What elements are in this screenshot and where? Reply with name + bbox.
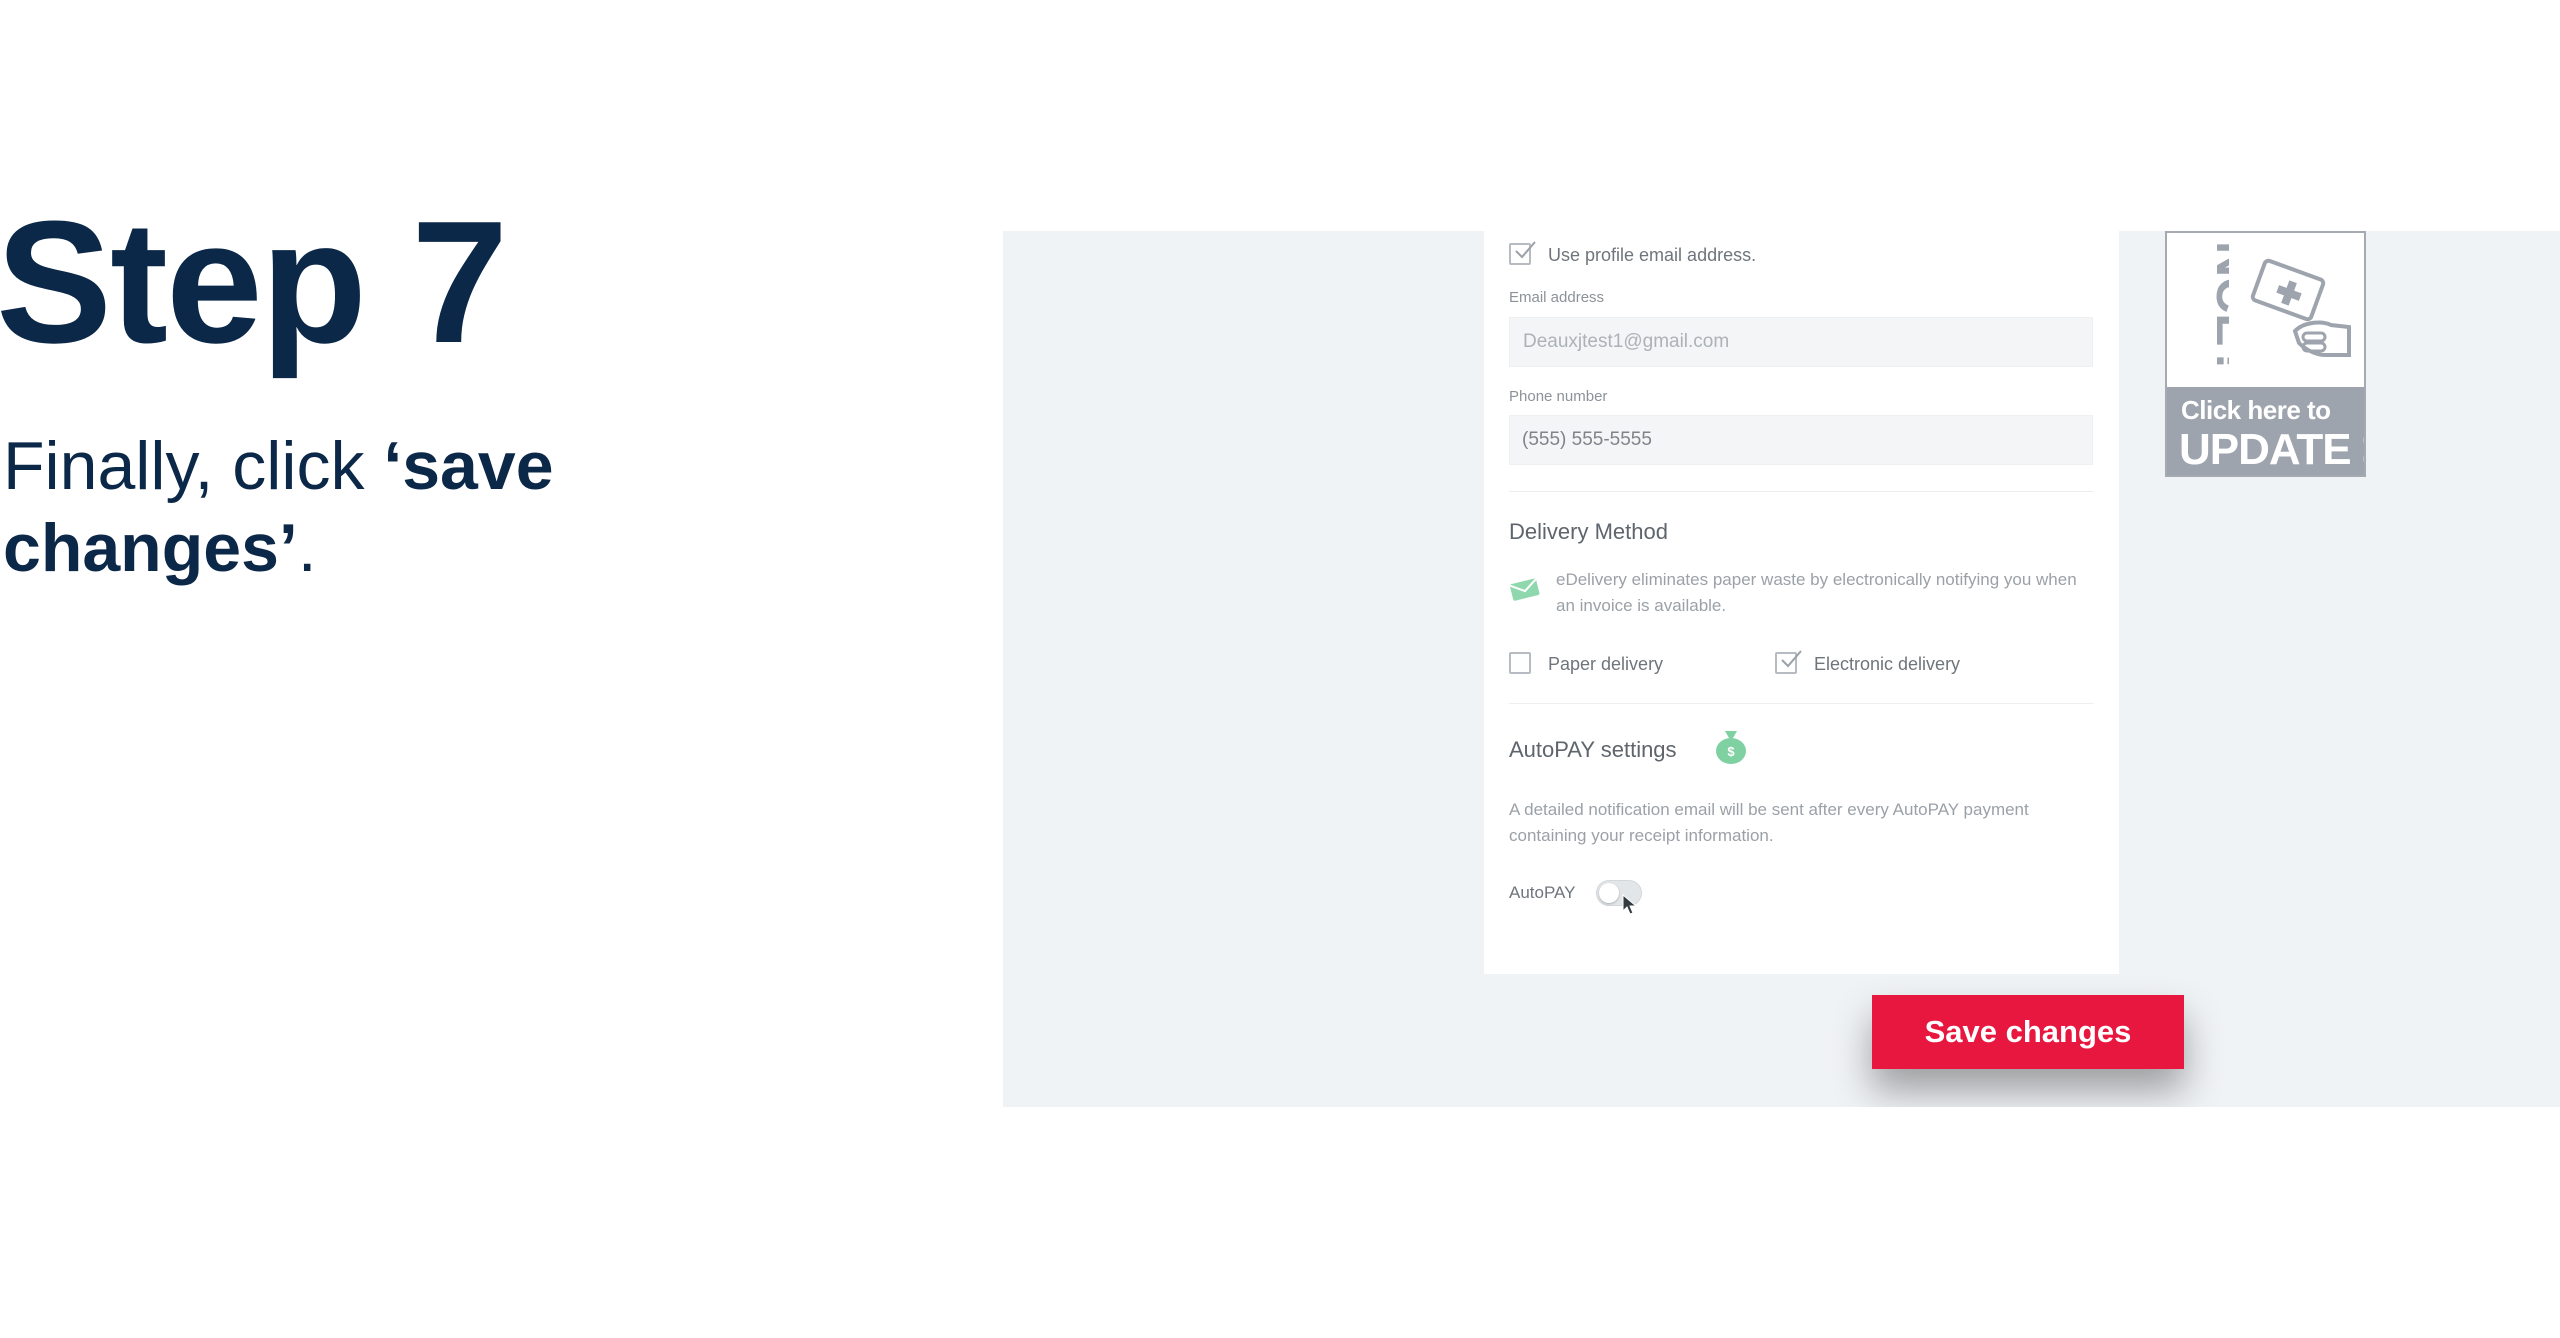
envelope-icon	[1508, 575, 1542, 608]
use-profile-email-label: Use profile email address.	[1548, 245, 1757, 265]
autopay-label: AutoPAY	[1509, 883, 1576, 902]
banner-rotated-text: NCE?	[2206, 241, 2229, 377]
step-description: Finally, click ‘save changes’.	[3, 425, 623, 589]
paper-delivery-label: Paper delivery	[1548, 654, 1664, 674]
use-profile-email-checkbox[interactable]	[1509, 241, 1536, 265]
toggle-knob	[1599, 883, 1619, 903]
autopay-settings-title: AutoPAY settings	[1509, 737, 1677, 762]
step-title: Step 7	[0, 184, 508, 379]
autopay-note: A detailed notification email will be se…	[1509, 800, 2029, 845]
email-field[interactable]	[1509, 317, 2093, 367]
phone-field[interactable]	[1509, 415, 2093, 465]
edelivery-note: eDelivery eliminates paper waste by elec…	[1556, 570, 2077, 615]
save-changes-button[interactable]: Save changes	[1872, 995, 2184, 1069]
electronic-delivery-label: Electronic delivery	[1814, 654, 1961, 674]
update-banner[interactable]: NCE? Click here to UPDATE >	[2165, 231, 2366, 477]
paper-delivery-checkbox[interactable]	[1509, 652, 1531, 674]
checkmark-icon	[1515, 241, 1536, 259]
electronic-delivery-checkbox[interactable]	[1775, 650, 1802, 674]
svg-text:$: $	[1727, 744, 1735, 759]
checkmark-icon	[1781, 650, 1802, 668]
app-screenshot: Use profile email address. Email address…	[1003, 231, 2560, 1107]
divider	[1509, 491, 2093, 492]
step-description-prefix: Finally, click	[3, 428, 384, 504]
email-label: Email address	[1509, 289, 1605, 306]
insurance-card-icon	[2245, 251, 2357, 386]
step-description-suffix: .	[297, 510, 317, 586]
banner-click-text: Click here to	[2181, 395, 2331, 425]
divider	[1509, 703, 2093, 704]
delivery-method-title: Delivery Method	[1509, 519, 1668, 544]
banner-bottom: Click here to UPDATE >	[2167, 387, 2364, 475]
phone-label: Phone number	[1509, 388, 1608, 405]
settings-card: Use profile email address. Email address…	[1484, 231, 2119, 974]
cursor-icon	[1622, 893, 1638, 921]
banner-update-link[interactable]: UPDATE >	[2179, 425, 2364, 475]
banner-rotated-label: NCE?	[2206, 241, 2229, 377]
money-bag-icon: $	[1713, 727, 1749, 770]
